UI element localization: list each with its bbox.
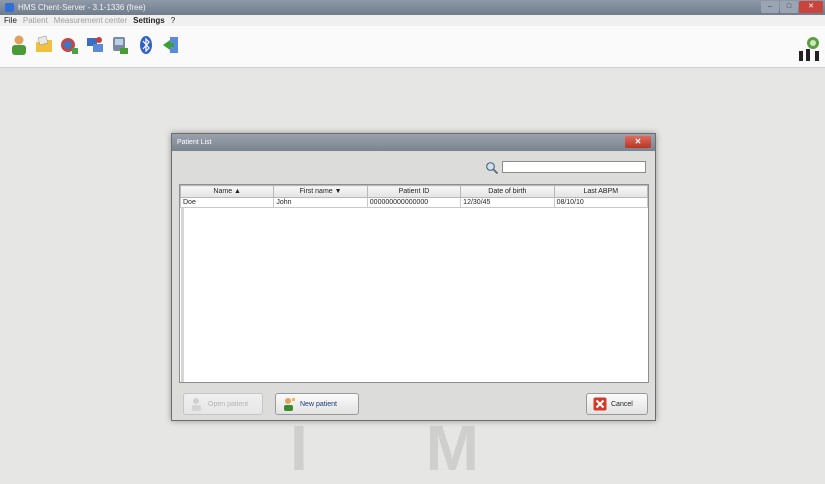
table-scrollbar[interactable] bbox=[181, 208, 184, 382]
toolbar-patient-button[interactable] bbox=[8, 31, 29, 59]
device-icon bbox=[112, 37, 128, 54]
menu-bar: File Patient Measurement center Settings… bbox=[0, 15, 825, 26]
cell-last-abpm: 08/10/10 bbox=[553, 197, 648, 208]
patient-icon bbox=[11, 35, 26, 55]
menu-file[interactable]: File bbox=[4, 16, 17, 25]
network-icon bbox=[86, 37, 103, 52]
toolbar-folder-button[interactable] bbox=[33, 31, 54, 59]
background-watermark: I M bbox=[290, 412, 529, 484]
open-patient-icon bbox=[192, 398, 201, 411]
column-header-patient-id[interactable]: Patient ID bbox=[366, 185, 462, 198]
close-window-button[interactable]: ✕ bbox=[799, 1, 823, 13]
toolbar bbox=[0, 26, 825, 68]
menu-help[interactable]: ? bbox=[171, 16, 175, 25]
cell-name: Doe bbox=[180, 197, 275, 208]
dialog-titlebar: Patient List ✕ bbox=[172, 134, 655, 151]
patient-table: Name ▲ First name ▼ Patient ID Date of b… bbox=[179, 184, 649, 383]
toolbar-device-button[interactable] bbox=[109, 31, 130, 59]
cancel-icon bbox=[593, 397, 607, 411]
toolbar-exit-button[interactable] bbox=[160, 31, 181, 59]
new-patient-icon bbox=[284, 398, 295, 411]
toolbar-network-button[interactable] bbox=[84, 31, 105, 59]
open-patient-label: Open patient bbox=[208, 400, 249, 408]
window-controls: – □ ✕ bbox=[761, 1, 823, 13]
table-header-row: Name ▲ First name ▼ Patient ID Date of b… bbox=[180, 185, 648, 198]
brand-logo-icon bbox=[799, 37, 819, 61]
dialog-close-button[interactable]: ✕ bbox=[625, 136, 651, 148]
minimize-button[interactable]: – bbox=[761, 1, 779, 13]
toolbar-bluetooth-button[interactable] bbox=[135, 31, 156, 59]
cell-first-name: John bbox=[273, 197, 368, 208]
patient-list-dialog: Patient List ✕ Name ▲ First name ▼ Patie… bbox=[171, 133, 656, 421]
open-patient-button[interactable]: Open patient bbox=[183, 393, 263, 415]
column-header-first-name[interactable]: First name ▼ bbox=[273, 185, 368, 198]
toolbar-measurement-button[interactable] bbox=[58, 31, 79, 59]
column-header-date-of-birth[interactable]: Date of birth bbox=[460, 185, 555, 198]
cell-patient-id: 000000000000000 bbox=[366, 197, 462, 208]
menu-patient[interactable]: Patient bbox=[23, 16, 48, 25]
table-row[interactable]: Doe John 000000000000000 12/30/45 08/10/… bbox=[180, 197, 648, 208]
cell-date-of-birth: 12/30/45 bbox=[460, 197, 555, 208]
cancel-label: Cancel bbox=[611, 400, 633, 408]
measurement-icon bbox=[60, 38, 78, 54]
app-icon bbox=[5, 3, 14, 12]
column-header-last-abpm[interactable]: Last ABPM bbox=[553, 185, 648, 198]
search-input[interactable] bbox=[502, 161, 646, 173]
window-titlebar: HMS Chent-Server - 3.1-1336 (free) – □ ✕ bbox=[0, 0, 825, 15]
maximize-button[interactable]: □ bbox=[780, 1, 798, 13]
menu-measurement-center[interactable]: Measurement center bbox=[54, 16, 127, 25]
new-patient-button[interactable]: New patient bbox=[275, 393, 359, 415]
search-icon bbox=[486, 162, 499, 175]
window-title: HMS Chent-Server - 3.1-1336 (free) bbox=[18, 3, 146, 12]
bluetooth-icon bbox=[139, 36, 152, 54]
new-patient-label: New patient bbox=[300, 400, 337, 408]
cancel-button[interactable]: Cancel bbox=[586, 393, 648, 415]
folder-icon bbox=[35, 35, 52, 52]
exit-icon bbox=[162, 37, 178, 53]
dialog-title: Patient List bbox=[177, 139, 212, 146]
menu-settings[interactable]: Settings bbox=[133, 16, 165, 25]
search-bar bbox=[172, 160, 655, 176]
column-header-name[interactable]: Name ▲ bbox=[180, 185, 275, 198]
